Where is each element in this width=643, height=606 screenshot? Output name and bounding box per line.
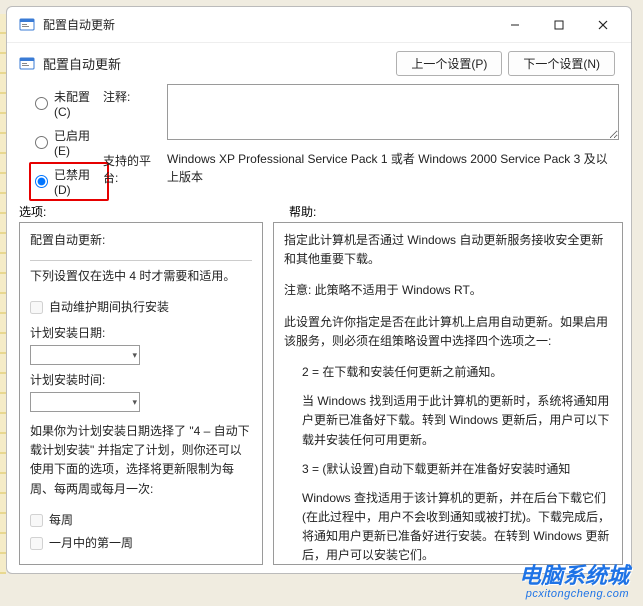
options-label: 选项: — [19, 203, 271, 220]
help-label: 帮助: — [271, 203, 619, 220]
radio-label: 已禁用(D) — [54, 166, 103, 197]
chk-label: 每周 — [49, 511, 73, 530]
install-time-combo[interactable]: ▾ — [30, 392, 140, 412]
policy-icon — [19, 56, 35, 72]
subtitle: 配置自动更新 — [43, 54, 388, 73]
dialog-window: 配置自动更新 配置自动更新 上一个设置(P) 下一个设置(N) — [6, 6, 632, 574]
help-p3: 此设置允许你指定是否在此计算机上启用自动更新。如果启用该服务，则必须在组策略设置… — [284, 313, 612, 351]
separator — [30, 260, 252, 261]
options-header: 配置自动更新: — [30, 231, 252, 250]
watermark-line2: pcxitongcheng.com — [519, 588, 629, 600]
help-panel[interactable]: 指定此计算机是否通过 Windows 自动更新服务接收安全更新和其他重要下载。 … — [273, 222, 623, 565]
radio-disabled[interactable]: 已禁用(D) — [29, 162, 109, 201]
platform-label: 支持的平台: — [103, 148, 157, 186]
help-opt2b: 当 Windows 找到适用于此计算机的更新时，系统将通知用户更新已准备好下载。… — [284, 392, 612, 450]
radio-disabled-input[interactable] — [35, 175, 48, 188]
help-opt2: 2 = 在下载和安装任何更新之前通知。 — [284, 363, 612, 382]
chk-label: 自动维护期间执行安装 — [49, 298, 169, 317]
maximize-button[interactable] — [537, 9, 581, 41]
radio-label: 未配置(C) — [54, 88, 103, 119]
chk-weekly-input[interactable] — [30, 514, 43, 527]
topbar: 配置自动更新 上一个设置(P) 下一个设置(N) — [7, 43, 631, 80]
options-note2: 如果你为计划安装日期选择了 "4 – 自动下载计划安装" 并指定了计划，则你还可… — [30, 422, 252, 499]
install-date-combo[interactable]: ▾ — [30, 345, 140, 365]
install-time-label: 计划安装时间: — [30, 371, 252, 390]
close-button[interactable] — [581, 9, 625, 41]
install-date-label: 计划安装日期: — [30, 324, 252, 343]
policy-icon — [19, 17, 35, 33]
comment-label: 注释: — [103, 84, 157, 148]
minimize-button[interactable] — [493, 9, 537, 41]
help-p2: 注意: 此策略不适用于 Windows RT。 — [284, 281, 612, 300]
radio-not-configured[interactable]: 未配置(C) — [35, 88, 103, 119]
chk-label: 一月中的第一周 — [49, 534, 133, 553]
chk-first-week[interactable]: 一月中的第一周 — [30, 534, 252, 553]
chevron-down-icon: ▾ — [132, 348, 137, 362]
window-title: 配置自动更新 — [43, 16, 493, 33]
chk-weekly[interactable]: 每周 — [30, 511, 252, 530]
comment-textarea[interactable] — [167, 84, 619, 140]
titlebar: 配置自动更新 — [7, 7, 631, 43]
next-setting-button[interactable]: 下一个设置(N) — [508, 51, 615, 76]
options-note: 下列设置仅在选中 4 时才需要和适用。 — [30, 267, 252, 286]
state-radios: 未配置(C) 已启用(E) 已禁用(D) — [35, 88, 103, 197]
chevron-down-icon: ▾ — [132, 395, 137, 409]
platform-value: Windows XP Professional Service Pack 1 或… — [167, 148, 619, 186]
radio-enabled[interactable]: 已启用(E) — [35, 127, 103, 158]
chk-first-week-input[interactable] — [30, 537, 43, 550]
help-opt3: 3 = (默认设置)自动下载更新并在准备好安装时通知 — [284, 460, 612, 479]
chk-maintenance-input[interactable] — [30, 301, 43, 314]
radio-label: 已启用(E) — [54, 127, 103, 158]
chk-maintenance[interactable]: 自动维护期间执行安装 — [30, 298, 252, 317]
prev-setting-button[interactable]: 上一个设置(P) — [396, 51, 502, 76]
radio-not-configured-input[interactable] — [35, 97, 48, 110]
window-controls — [493, 9, 625, 41]
help-p1: 指定此计算机是否通过 Windows 自动更新服务接收安全更新和其他重要下载。 — [284, 231, 612, 269]
help-opt3b: Windows 查找适用于该计算机的更新，并在后台下载它们(在此过程中，用户不会… — [284, 489, 612, 565]
options-panel[interactable]: 配置自动更新: 下列设置仅在选中 4 时才需要和适用。 自动维护期间执行安装 计… — [19, 222, 263, 565]
radio-enabled-input[interactable] — [35, 136, 48, 149]
